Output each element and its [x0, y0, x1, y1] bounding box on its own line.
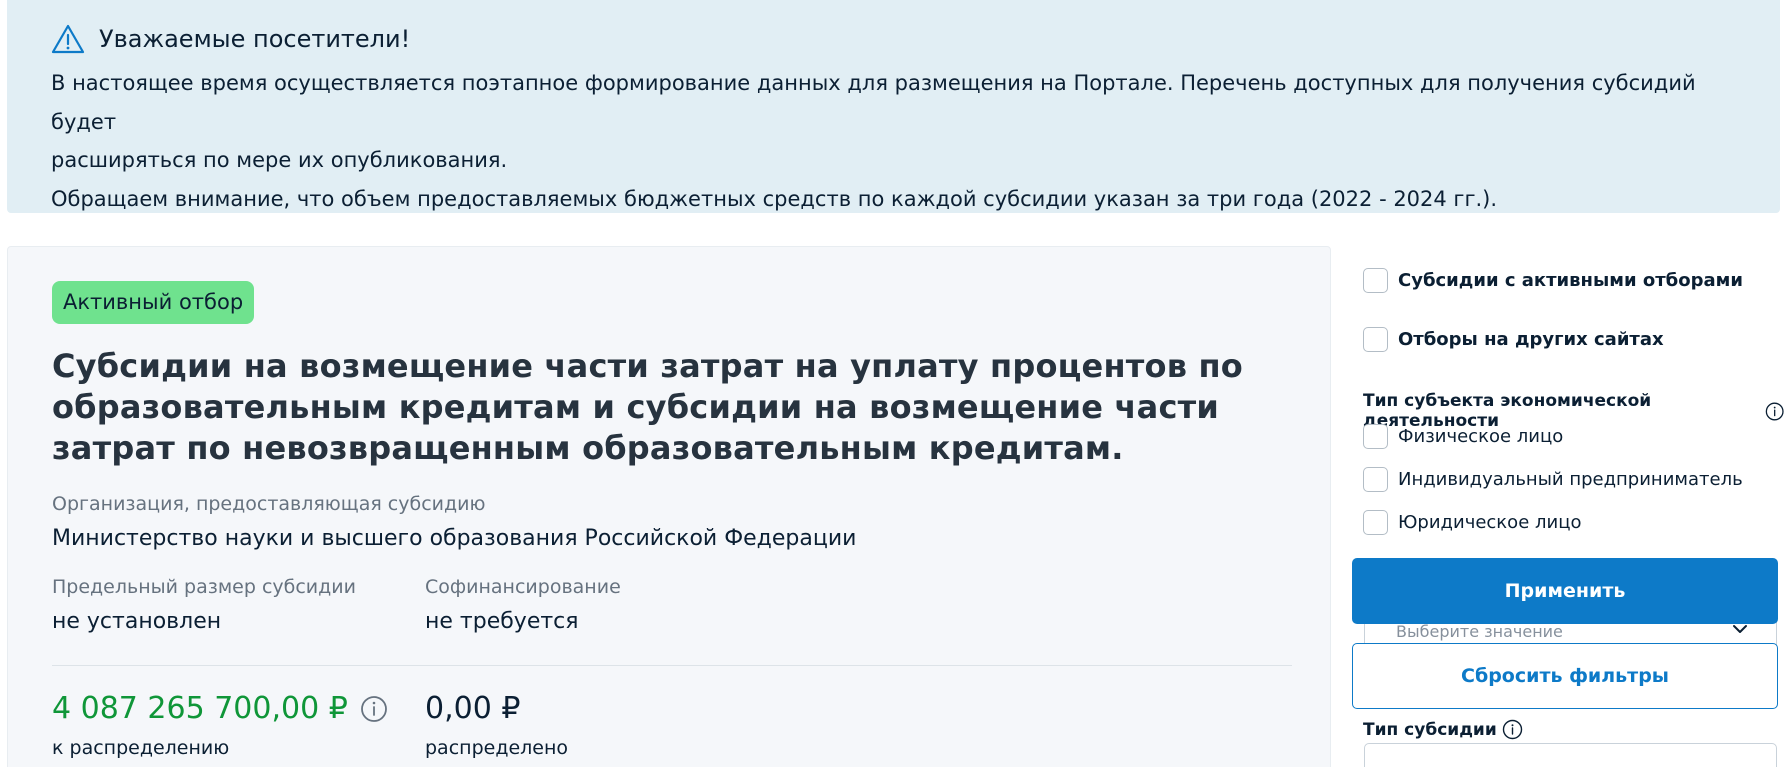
notice-text: В настоящее время осуществляется поэтапн…: [51, 64, 1736, 218]
to-distribute-amount: 4 087 265 700,00 ₽: [52, 691, 348, 726]
filter-legal-entity[interactable]: Юридическое лицо: [1363, 510, 1581, 535]
info-icon[interactable]: [360, 695, 388, 723]
warning-triangle-icon: [51, 24, 85, 54]
org-value: Министерство науки и высшего образования…: [52, 526, 857, 551]
subsidy-title[interactable]: Субсидии на возмещение части затрат на у…: [52, 346, 1292, 469]
org-label: Организация, предоставляющая субсидию: [52, 493, 486, 515]
subsidy-type-select[interactable]: [1364, 743, 1777, 767]
checkbox[interactable]: [1363, 510, 1388, 535]
cofinancing-value: не требуется: [425, 609, 579, 634]
status-badge: Активный отбор: [52, 281, 255, 324]
subsidy-type-heading: Тип субсидии: [1363, 719, 1523, 740]
notice-header: Уважаемые посетители!: [51, 22, 1736, 56]
notice-title: Уважаемые посетители!: [99, 25, 411, 53]
distributed-amount: 0,00 ₽: [425, 691, 521, 726]
filter-other-sites[interactable]: Отборы на других сайтах: [1363, 327, 1664, 352]
filter-legal-entity-label: Юридическое лицо: [1398, 512, 1582, 533]
checkbox[interactable]: [1363, 268, 1388, 293]
filter-active-selections-label: Субсидии с активными отборами: [1398, 270, 1743, 291]
select-placeholder: Выберите значение: [1396, 622, 1563, 641]
filter-other-sites-label: Отборы на других сайтах: [1398, 329, 1664, 350]
info-icon[interactable]: [1765, 401, 1784, 422]
limit-label: Предельный размер субсидии: [52, 576, 356, 598]
card-divider: [52, 665, 1292, 666]
notice-banner: Уважаемые посетители! В настоящее время …: [7, 0, 1780, 213]
chevron-down-icon: [1733, 625, 1747, 633]
to-distribute-label: к распределению: [52, 737, 230, 759]
apply-button[interactable]: Применить: [1352, 558, 1778, 624]
filter-individual-label: Физическое лицо: [1398, 426, 1564, 447]
checkbox[interactable]: [1363, 327, 1388, 352]
reset-filters-button[interactable]: Сбросить фильтры: [1352, 643, 1778, 709]
subsidy-card[interactable]: Активный отбор Субсидии на возмещение ча…: [7, 246, 1331, 767]
filter-entrepreneur[interactable]: Индивидуальный предприниматель: [1363, 467, 1743, 492]
filter-individual[interactable]: Физическое лицо: [1363, 424, 1563, 449]
distributed-label: распределено: [425, 737, 569, 759]
notice-line-3: Обращаем внимание, что объем предоставля…: [51, 186, 1498, 211]
notice-line-2: расширяться по мере их опубликования.: [51, 148, 508, 172]
filter-entrepreneur-label: Индивидуальный предприниматель: [1398, 469, 1743, 490]
limit-value: не установлен: [52, 609, 222, 634]
to-distribute-amount-row: 4 087 265 700,00 ₽: [52, 691, 388, 726]
filters-panel: Субсидии с активными отборами Отборы на …: [1352, 246, 1784, 767]
notice-line-1: В настоящее время осуществляется поэтапн…: [51, 71, 1696, 134]
cofinancing-label: Софинансирование: [425, 576, 621, 598]
filter-active-selections[interactable]: Субсидии с активными отборами: [1363, 268, 1743, 293]
checkbox[interactable]: [1363, 467, 1388, 492]
subsidy-type-label: Тип субсидии: [1363, 719, 1497, 740]
checkbox[interactable]: [1363, 424, 1388, 449]
info-icon[interactable]: [1502, 719, 1523, 740]
